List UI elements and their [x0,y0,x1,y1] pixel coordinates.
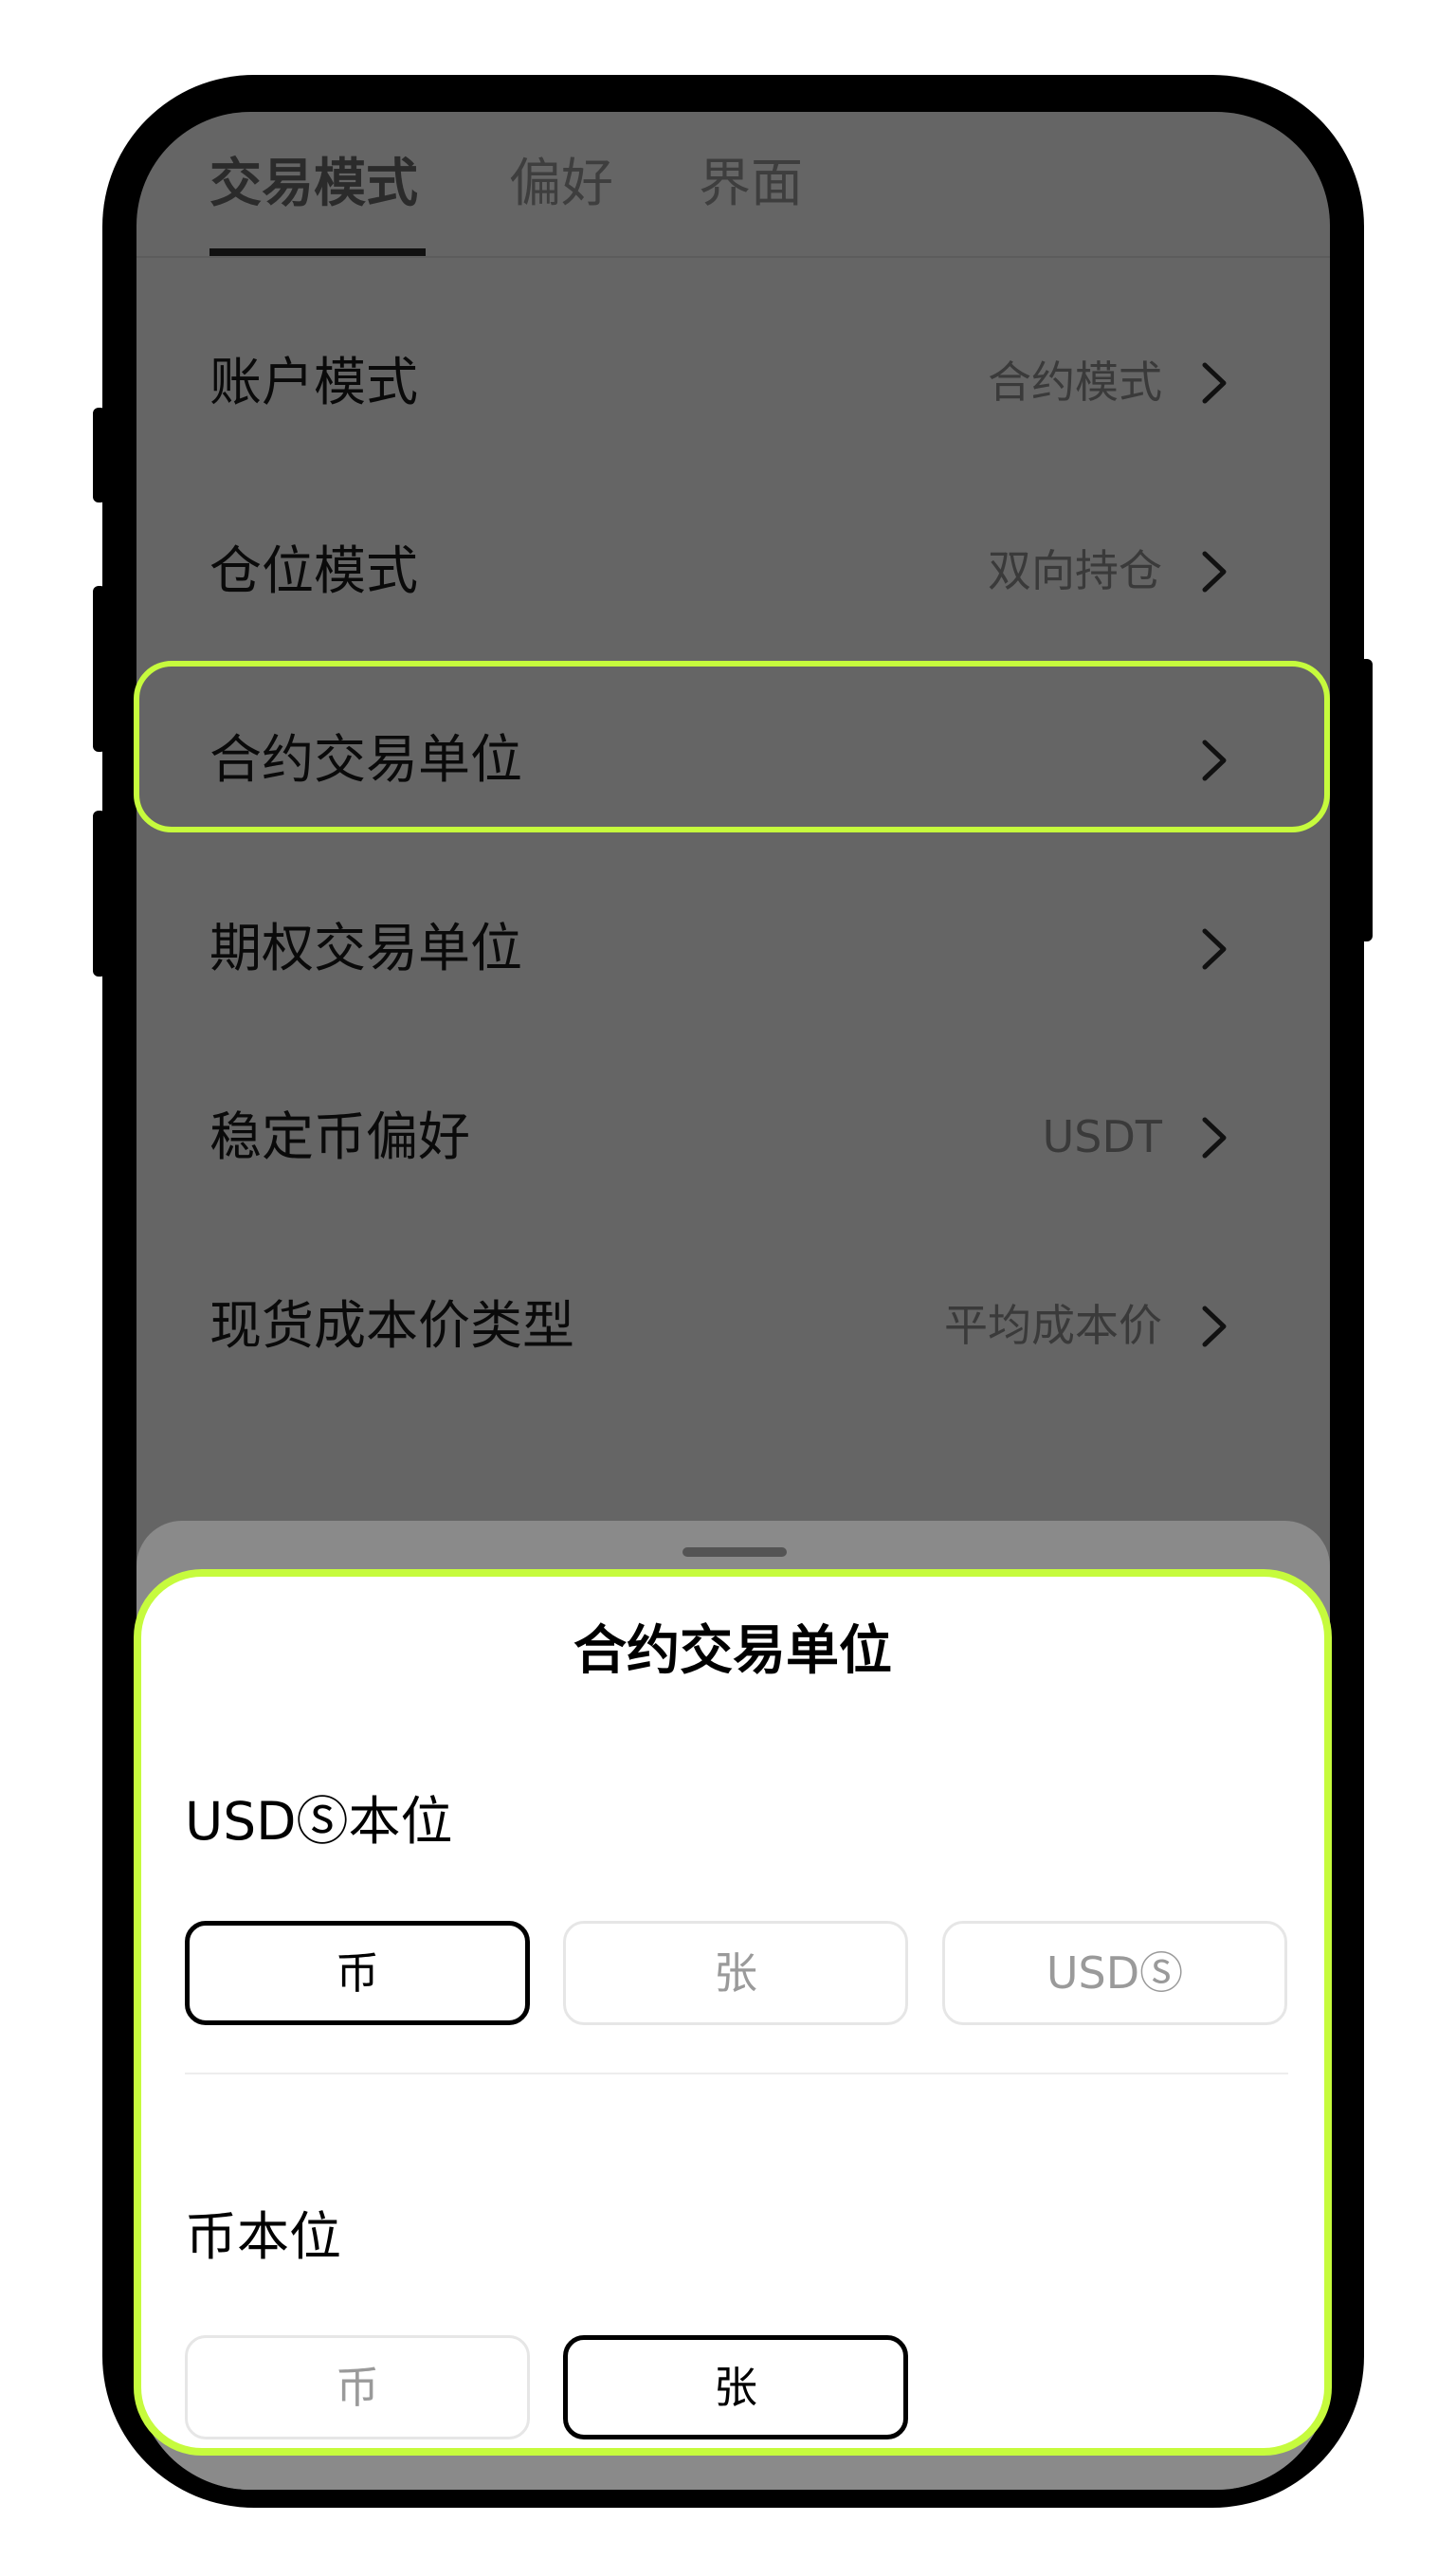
bottom-sheet: 合约交易单位 USDⓈ本位 币 张 USDⓈ 币本位 币 张 [134,1569,1332,2456]
tab-interface[interactable]: 界面 [699,150,803,216]
option-coin[interactable]: 币 [185,2335,530,2439]
row-label: 期权交易单位 [209,918,523,978]
row-label: 账户模式 [209,352,419,412]
section-title-coin-margined: 币本位 [185,2206,342,2267]
section-title-usds-margined: USDⓈ本位 [185,1791,453,1852]
row-label: 稳定币偏好 [209,1106,471,1167]
option-contract[interactable]: 张 [563,1921,908,2025]
settings-row-position-mode[interactable]: 仓位模式 双向持仓 [136,485,1330,656]
settings-row-futures-trading-unit[interactable]: 合约交易单位 [136,674,1330,845]
row-label: 合约交易单位 [209,729,523,790]
settings-row-account-mode[interactable]: 账户模式 合约模式 [136,297,1330,467]
chevron-right-icon [1202,1306,1227,1347]
chevron-right-icon [1202,1117,1227,1159]
row-value: 合约模式 [988,356,1162,408]
row-label: 现货成本价类型 [209,1295,575,1356]
option-coin[interactable]: 币 [185,1921,530,2025]
settings-row-options-trading-unit[interactable]: 期权交易单位 [136,863,1330,1033]
row-value: USDT [1042,1111,1162,1162]
tab-trading-mode[interactable]: 交易模式 [209,150,418,216]
chevron-right-icon [1202,928,1227,970]
settings-row-stablecoin-preference[interactable]: 稳定币偏好 USDT [136,1051,1330,1222]
divider [185,2073,1288,2074]
chevron-right-icon [1202,362,1227,404]
sheet-title: 合约交易单位 [573,1620,892,1682]
row-label: 仓位模式 [209,540,419,601]
option-usds[interactable]: USDⓈ [942,1921,1287,2025]
row-value: 平均成本价 [944,1300,1162,1351]
chevron-right-icon [1202,740,1227,781]
chevron-right-icon [1202,551,1227,593]
tab-bar: 交易模式 偏好 界面 [136,112,1330,258]
settings-row-spot-cost-type[interactable]: 现货成本价类型 平均成本价 [136,1240,1330,1411]
active-tab-indicator [209,248,426,256]
option-contract[interactable]: 张 [563,2335,908,2439]
drag-handle[interactable] [682,1547,787,1557]
tab-preferences[interactable]: 偏好 [509,150,613,216]
row-value: 双向持仓 [988,545,1162,596]
